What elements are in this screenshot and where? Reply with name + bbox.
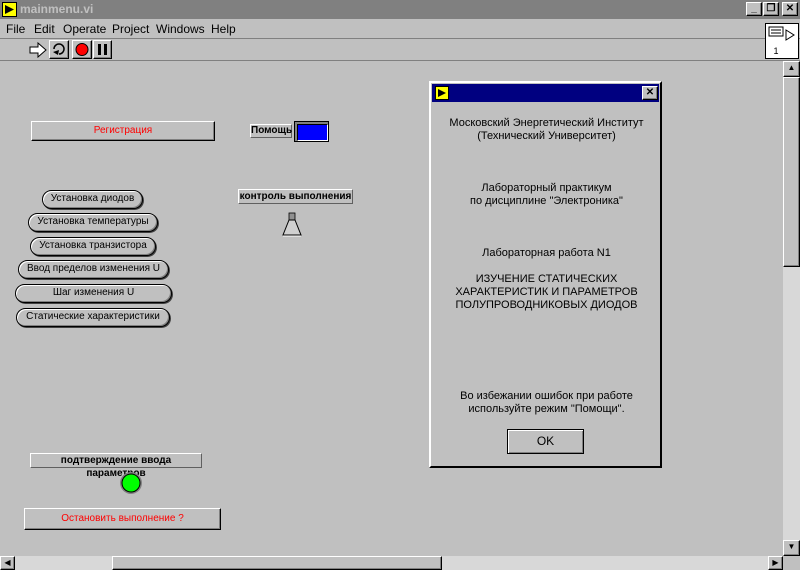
topic-line-2: ХАРАКТЕРИСТИК И ПАРАМЕТРОВ (455, 286, 638, 298)
vertical-scroll-thumb[interactable] (783, 77, 800, 267)
labview-app-icon (2, 2, 17, 17)
static-characteristics-button[interactable]: Статические характеристики (16, 308, 170, 327)
dialog-title-bar: ✕ (432, 84, 659, 102)
scroll-right-arrow-icon[interactable]: ▶ (768, 556, 783, 570)
menu-file[interactable]: File (6, 22, 25, 36)
temperature-setup-button[interactable]: Установка температуры (28, 213, 158, 232)
menu-operate[interactable]: Operate (63, 22, 106, 36)
title-bar: mainmenu.vi _ ❐ ✕ (0, 0, 800, 19)
restore-button[interactable]: ❐ (763, 2, 779, 16)
menu-edit[interactable]: Edit (34, 22, 55, 36)
institute-line-2: (Технический Университет) (477, 130, 616, 142)
minimize-button[interactable]: _ (746, 2, 762, 16)
lab-number: Лабораторная работа N1 (482, 247, 611, 259)
execution-control-toggle[interactable] (281, 211, 303, 239)
diode-setup-button[interactable]: Установка диодов (42, 190, 143, 209)
dialog-close-button[interactable]: ✕ (642, 86, 658, 100)
page-number: 1 (773, 46, 779, 56)
voltage-step-button[interactable]: Шаг изменения U (15, 284, 172, 303)
hint-line-1: Во избежании ошибок при работе (460, 390, 633, 402)
horizontal-scroll-thumb[interactable] (112, 556, 442, 570)
help-label: Помощь (250, 124, 293, 138)
scroll-up-arrow-icon[interactable]: ▲ (783, 61, 800, 77)
help-toggle-indicator[interactable] (294, 121, 329, 142)
run-arrow-icon[interactable] (29, 41, 47, 59)
toolbar (0, 39, 800, 61)
practicum-line-2: по дисциплине "Электроника" (470, 195, 623, 207)
front-panel: Регистрация Помощь Установка диодов Уста… (0, 61, 783, 556)
pause-icon[interactable] (93, 40, 112, 59)
ok-button[interactable]: OK (507, 429, 584, 454)
vi-icon[interactable]: 1 (765, 23, 799, 59)
scrollbar-corner (783, 556, 800, 570)
info-dialog: ✕ Московский Энергетический Институт (Те… (429, 81, 662, 468)
stop-execution-button[interactable]: Остановить выполнение ? (24, 508, 221, 530)
menu-windows[interactable]: Windows (156, 22, 205, 36)
execution-control-label: контроль выполнения (238, 189, 353, 204)
abort-icon[interactable] (72, 40, 92, 59)
topic-line-3: ПОЛУПРОВОДНИКОВЫХ ДИОДОВ (455, 299, 638, 311)
confirm-parameters-led[interactable] (119, 471, 143, 495)
vertical-scrollbar[interactable]: ▲ ▼ (783, 61, 800, 556)
institute-line-1: Московский Энергетический Институт (449, 117, 644, 129)
close-button[interactable]: ✕ (782, 2, 798, 16)
topic-line-1: ИЗУЧЕНИЕ СТАТИЧЕСКИХ (475, 273, 618, 285)
dialog-app-icon (435, 86, 449, 100)
hint-line-2: используйте режим "Помощи". (468, 403, 625, 415)
menu-project[interactable]: Project (112, 22, 149, 36)
ok-button-label: OK (536, 434, 555, 448)
practicum-line-1: Лабораторный практикум (481, 182, 612, 194)
scroll-left-arrow-icon[interactable]: ◀ (0, 556, 15, 570)
scroll-down-arrow-icon[interactable]: ▼ (783, 540, 800, 556)
registration-button[interactable]: Регистрация (31, 121, 215, 141)
menu-bar: File Edit Operate Project Windows Help (0, 19, 800, 39)
transistor-setup-button[interactable]: Установка транзистора (30, 237, 156, 256)
confirm-parameters-label: подтверждение ввода параметров (30, 453, 202, 479)
menu-help[interactable]: Help (211, 22, 236, 36)
voltage-range-input-button[interactable]: Ввод пределов изменения U (18, 260, 169, 279)
horizontal-scrollbar[interactable]: ◀ ▶ (0, 556, 783, 570)
continuous-run-icon[interactable] (49, 40, 69, 59)
window-title: mainmenu.vi (20, 2, 94, 16)
